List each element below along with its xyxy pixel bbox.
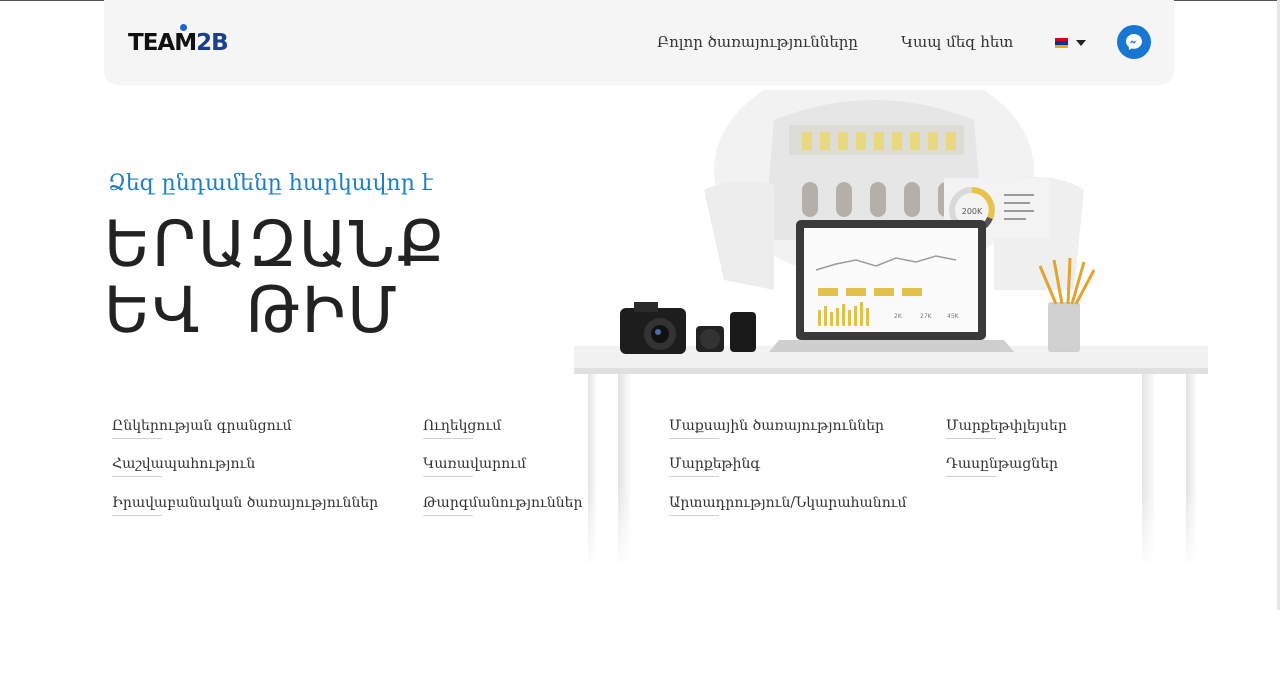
hero-title: ԵՐԱԶԱՆՔ ԵՎ ԹԻՄ — [104, 212, 447, 344]
service-marketing[interactable]: Մարքեթինգ — [669, 456, 760, 477]
service-production[interactable]: Արտադրություն/Նկարահանում — [669, 495, 907, 516]
service-company-registration[interactable]: Ընկերության գրանցում — [112, 418, 292, 439]
hero-title-line-1: ԵՐԱԶԱՆՔ — [104, 208, 447, 281]
site-header: TEAM2B Բոլոր ծառայությունները Կապ մեզ հե… — [104, 0, 1174, 85]
site-logo[interactable]: TEAM2B — [128, 22, 229, 62]
donut-value: 200K — [962, 207, 983, 216]
service-translations[interactable]: Թարգմանություններ — [423, 495, 583, 516]
hero-title-line-2: ԵՎ ԹԻՄ — [104, 274, 400, 347]
service-courses[interactable]: Դասընթացներ — [946, 456, 1058, 477]
nav-all-services[interactable]: Բոլոր ծառայությունները — [657, 33, 858, 51]
nav-contact[interactable]: Կապ մեզ հետ — [901, 33, 1013, 51]
messenger-icon — [1126, 34, 1142, 50]
service-marketplaces[interactable]: Մարքեթփլեյսեր — [946, 418, 1067, 439]
service-management[interactable]: Կառավարում — [423, 456, 526, 477]
hero-subtitle: Ձեզ ընդամենը հարկավոր է — [108, 171, 434, 196]
language-selector[interactable] — [1055, 38, 1091, 50]
logo-text-2b: 2B — [196, 30, 229, 56]
logo-text-team: TEAM — [128, 30, 197, 56]
service-customs[interactable]: Մաքսային ծառայություններ — [669, 418, 884, 439]
caret-down-icon — [1076, 40, 1086, 46]
laptop-stat-1: 2K — [894, 313, 903, 320]
armenian-flag-icon — [1055, 38, 1068, 48]
laptop: 2K 27K 45K — [769, 220, 1014, 352]
laptop-stat-2: 27K — [920, 313, 933, 320]
messenger-button[interactable] — [1117, 25, 1151, 59]
service-escort[interactable]: Ուղեկցում — [423, 418, 501, 439]
service-legal[interactable]: Իրավաբանական ծառայություններ — [112, 495, 378, 516]
service-accounting[interactable]: Հաշվապահություն — [112, 456, 255, 477]
laptop-stat-3: 45K — [947, 313, 960, 320]
